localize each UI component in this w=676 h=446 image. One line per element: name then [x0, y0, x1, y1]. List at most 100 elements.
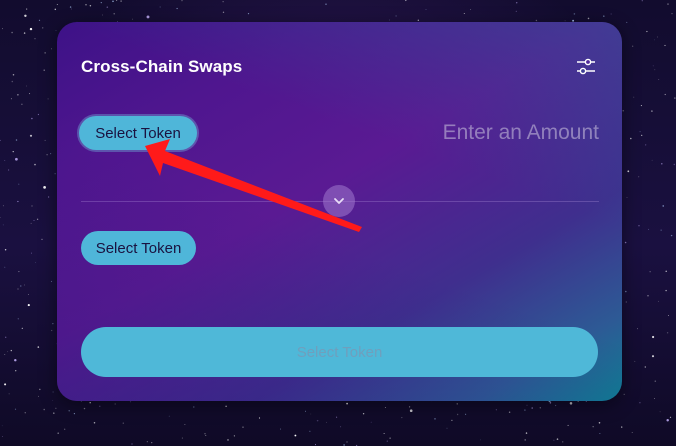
- star: [100, 1, 102, 4]
- star: [14, 358, 17, 362]
- star: [17, 288, 19, 290]
- star: [17, 200, 19, 203]
- star: [56, 4, 58, 5]
- star: [29, 134, 33, 137]
- star: [68, 410, 70, 412]
- switch-tokens-button[interactable]: [323, 185, 355, 217]
- from-token-select-button[interactable]: Select Token: [79, 116, 197, 150]
- star: [18, 183, 20, 185]
- star: [64, 428, 66, 430]
- star: [660, 229, 662, 231]
- star: [651, 110, 653, 112]
- star: [30, 222, 32, 224]
- star: [12, 73, 15, 76]
- star: [549, 402, 552, 404]
- star: [346, 441, 348, 443]
- star: [89, 4, 92, 7]
- star: [41, 238, 43, 241]
- star: [652, 65, 654, 67]
- star: [456, 403, 458, 405]
- star: [370, 421, 372, 423]
- star: [603, 15, 605, 17]
- star: [630, 137, 632, 140]
- star: [456, 413, 459, 416]
- star: [101, 14, 104, 16]
- star: [508, 411, 511, 414]
- star: [622, 110, 624, 112]
- star: [623, 393, 625, 396]
- star: [52, 400, 54, 401]
- star: [640, 105, 642, 107]
- star: [55, 407, 57, 409]
- submit-swap-button[interactable]: Select Token: [81, 327, 598, 377]
- star: [55, 30, 57, 31]
- star: [2, 224, 4, 226]
- star: [470, 9, 472, 10]
- star: [554, 404, 557, 407]
- star: [4, 249, 7, 251]
- star: [205, 435, 207, 437]
- star: [113, 13, 115, 15]
- star: [659, 411, 661, 413]
- star: [85, 4, 87, 6]
- star: [93, 422, 96, 424]
- star: [638, 176, 640, 178]
- star: [408, 406, 411, 408]
- star: [389, 437, 391, 439]
- star: [21, 103, 23, 106]
- star: [648, 228, 650, 230]
- star: [463, 12, 465, 15]
- star: [106, 6, 109, 8]
- star: [664, 93, 666, 96]
- star: [83, 407, 86, 410]
- star: [624, 241, 627, 244]
- star: [654, 39, 655, 41]
- star: [4, 266, 6, 268]
- star: [242, 426, 244, 428]
- star: [38, 395, 39, 397]
- star: [0, 139, 1, 141]
- to-token-select-button[interactable]: Select Token: [81, 231, 196, 265]
- star: [51, 48, 52, 50]
- star: [526, 404, 528, 406]
- amount-input[interactable]: [387, 118, 599, 148]
- star: [24, 412, 26, 414]
- star: [11, 80, 14, 83]
- star: [553, 439, 555, 441]
- star: [29, 27, 33, 31]
- star: [54, 173, 56, 175]
- star: [120, 0, 122, 2]
- star: [654, 398, 655, 399]
- star: [567, 424, 569, 426]
- star: [47, 98, 49, 100]
- star: [222, 1, 224, 3]
- star: [664, 44, 666, 47]
- star: [24, 284, 25, 286]
- star: [654, 380, 657, 382]
- star: [631, 432, 633, 434]
- swap-card: Cross-Chain Swaps Select Token Select To…: [57, 22, 622, 401]
- star: [531, 407, 533, 409]
- star: [247, 13, 250, 15]
- star: [7, 351, 9, 353]
- star: [632, 45, 634, 47]
- sliders-icon[interactable]: [575, 56, 597, 78]
- star: [24, 14, 27, 18]
- star: [31, 117, 33, 120]
- star: [309, 430, 311, 432]
- star: [336, 416, 338, 418]
- star: [651, 159, 653, 161]
- star: [4, 383, 7, 386]
- star: [10, 98, 12, 100]
- star: [46, 154, 48, 156]
- star: [2, 28, 3, 30]
- star: [621, 426, 623, 428]
- star: [667, 3, 669, 5]
- star: [2, 205, 4, 207]
- star: [44, 52, 46, 54]
- star: [168, 415, 170, 417]
- star: [23, 32, 26, 34]
- star: [193, 406, 195, 408]
- star: [4, 159, 6, 162]
- star: [27, 304, 30, 307]
